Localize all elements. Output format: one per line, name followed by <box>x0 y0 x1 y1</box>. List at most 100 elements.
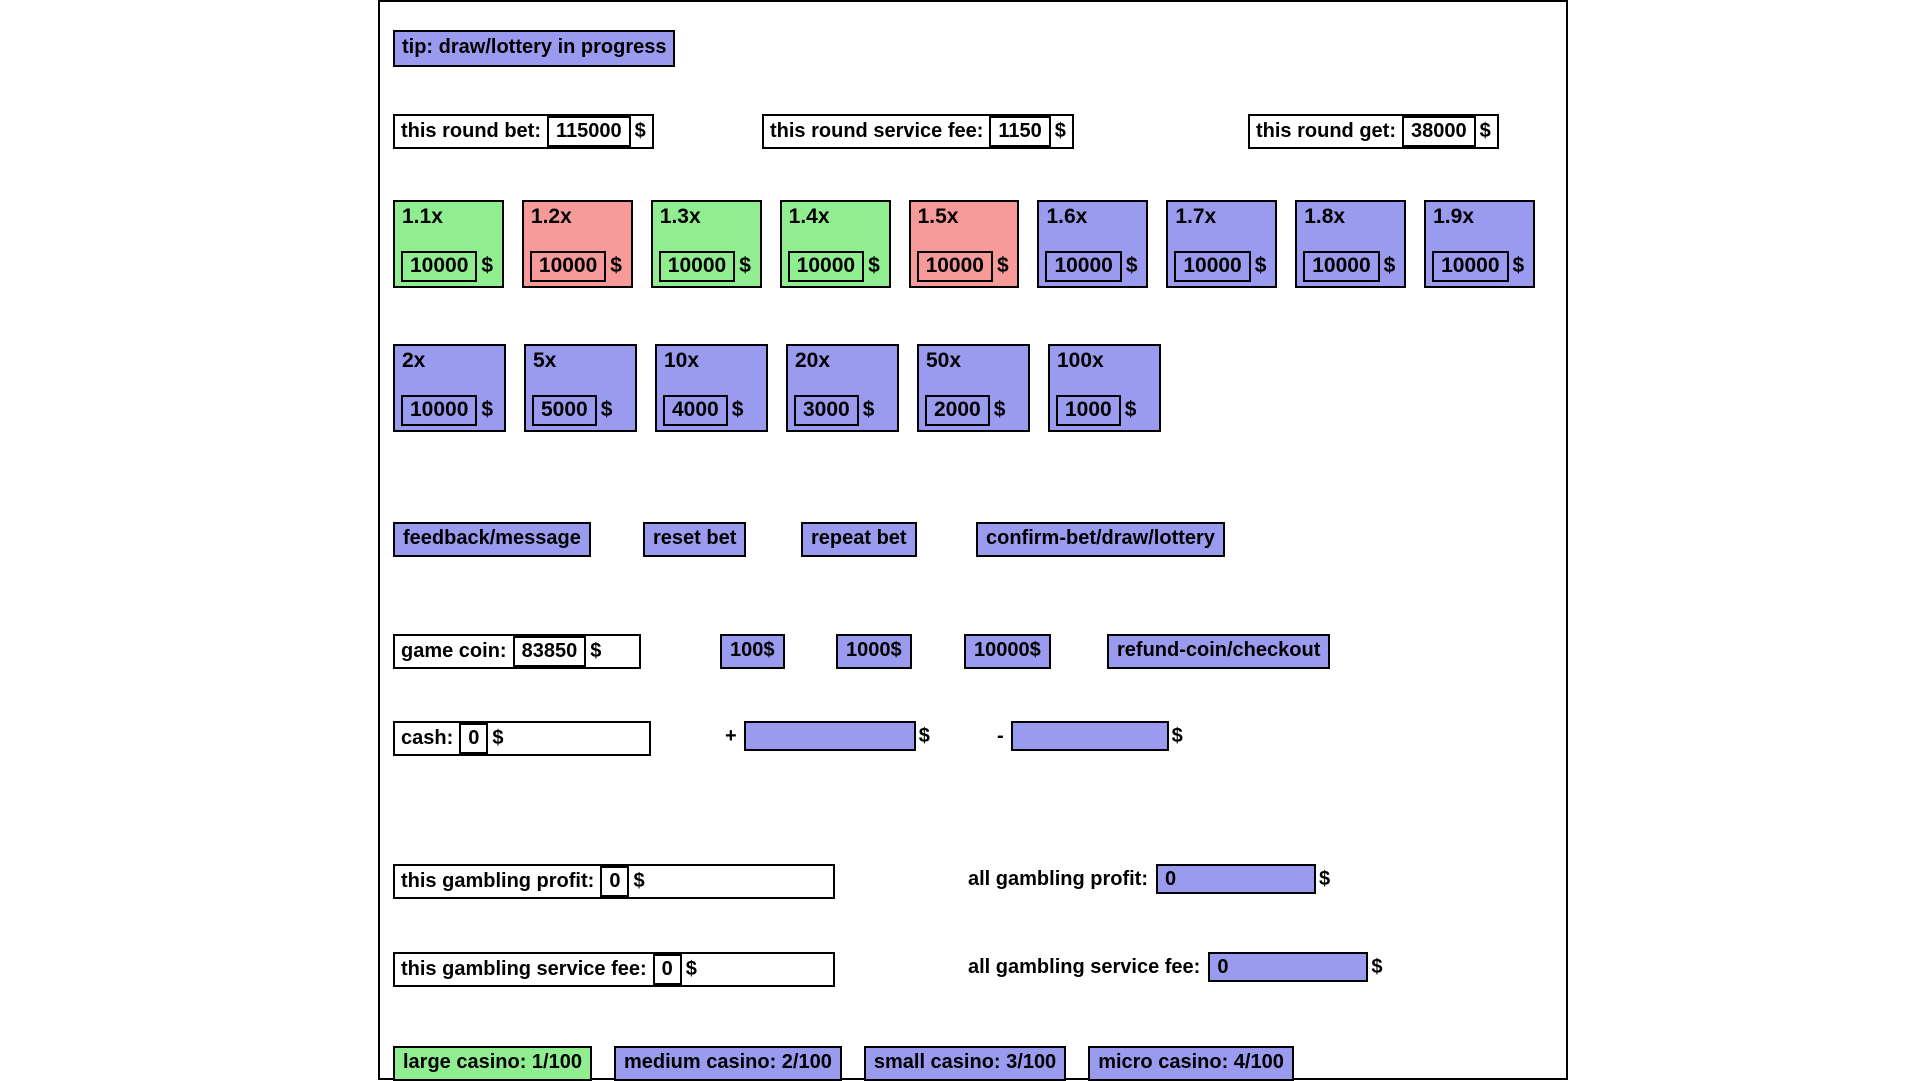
all-gambling-profit-value[interactable]: 0 <box>1156 864 1316 894</box>
repeat-bet-button[interactable]: repeat bet <box>801 522 917 557</box>
bet-card-amount-input[interactable]: 5000 <box>532 394 597 426</box>
this-round-service-fee-value[interactable]: 1150 <box>989 116 1051 147</box>
casino-button-3[interactable]: micro casino: 4/100 <box>1088 1046 1294 1081</box>
tip-banner: tip: draw/lottery in progress <box>393 30 676 67</box>
game-coin-field[interactable]: game coin: 83850 $ <box>393 634 641 669</box>
casino-button-1[interactable]: medium casino: 2/100 <box>613 1046 842 1081</box>
casino-button-2[interactable]: small casino: 3/100 <box>863 1046 1067 1081</box>
bet-card-multiplier-label: 1.4x <box>788 205 830 228</box>
bet-card-amount-input[interactable]: 10000 <box>401 394 478 426</box>
bet-card-amount-unit: $ <box>1124 398 1137 422</box>
bet-card-multiplier-label: 100x <box>1057 349 1104 372</box>
game-coin-unit: $ <box>590 640 602 662</box>
bet-card-amount-unit: $ <box>868 254 880 278</box>
bet-card-multiplier-label: 5x <box>533 349 557 372</box>
bet-card-1.4x[interactable]: 1.4x 10000 $ <box>779 200 891 288</box>
bet-card-amount-unit: $ <box>481 398 494 422</box>
bet-card-amount-group: 10000 $ <box>1426 250 1533 286</box>
bet-card-100x[interactable]: 100x 1000 $ <box>1048 344 1161 432</box>
bet-card-amount-input[interactable]: 3000 <box>794 394 859 426</box>
bet-card-1.6x[interactable]: 1.6x 10000 $ <box>1037 200 1149 288</box>
bet-card-amount-input[interactable]: 4000 <box>663 394 728 426</box>
bet-card-amount-input[interactable]: 1000 <box>1056 394 1121 426</box>
bet-card-1.1x[interactable]: 1.1x 10000 $ <box>393 200 504 288</box>
bet-card-multiplier-label: 20x <box>795 349 831 372</box>
bet-card-multiplier-label: 1.3x <box>659 205 701 228</box>
bet-cards-row-2: 2x 10000 $5x 5000 $10x 4000 $20x 3000 $50x 2000 $1… <box>393 344 1553 432</box>
bet-card-multiplier-label: 1.5x <box>917 205 959 228</box>
all-gambling-service-fee-label: all gambling service fee: <box>968 955 1201 978</box>
gambling-service-fee-row: this gambling service fee: 0 $ all gambl… <box>380 952 1566 987</box>
this-gambling-service-fee-value[interactable]: 0 <box>652 954 682 985</box>
cash-value[interactable]: 0 <box>459 723 489 754</box>
casino-button-0[interactable]: large casino: 1/100 <box>393 1046 592 1081</box>
bet-card-multiplier-label: 50x <box>926 349 962 372</box>
this-gambling-service-fee-label: this gambling service fee: <box>401 958 647 980</box>
this-round-bet-value[interactable]: 115000 <box>546 116 631 147</box>
bet-card-1.5x[interactable]: 1.5x 10000 $ <box>908 200 1020 288</box>
bet-card-2x[interactable]: 2x 10000 $ <box>393 344 506 432</box>
bet-card-amount-group: 10000 $ <box>395 250 502 286</box>
bet-card-amount-input[interactable]: 10000 <box>787 250 865 282</box>
game-coin-label: game coin: <box>401 640 507 662</box>
all-gambling-profit-unit: $ <box>1319 867 1331 890</box>
this-round-get-field[interactable]: this round get: 38000 $ <box>1248 114 1499 149</box>
bet-card-amount-input[interactable]: 10000 <box>1174 250 1251 282</box>
cash-subtract-group: - $ <box>997 721 1183 751</box>
bet-card-1.2x[interactable]: 1.2x 10000 $ <box>521 200 633 288</box>
bet-card-amount-input[interactable]: 10000 <box>1432 250 1509 282</box>
cash-add-input[interactable] <box>743 721 916 751</box>
bet-card-amount-input[interactable]: 10000 <box>1303 250 1380 282</box>
reset-bet-button[interactable]: reset bet <box>643 522 747 557</box>
bet-card-amount-group: 4000 $ <box>657 394 766 430</box>
bet-card-amount-group: 3000 $ <box>788 394 897 430</box>
bet-card-amount-group: 10000 $ <box>1168 250 1275 286</box>
cash-add-group: + $ <box>725 721 930 751</box>
bet-card-amount-input[interactable]: 2000 <box>925 394 990 426</box>
bet-card-amount-unit: $ <box>600 398 613 422</box>
bet-card-amount-unit: $ <box>1254 254 1267 278</box>
bet-card-amount-input[interactable]: 10000 <box>1045 250 1122 282</box>
cash-unit: $ <box>492 727 504 749</box>
bet-card-multiplier-label: 1.6x <box>1046 205 1088 228</box>
feedback-message-button[interactable]: feedback/message <box>393 522 591 557</box>
bet-card-amount-input[interactable]: 10000 <box>658 250 736 282</box>
bet-card-amount-input[interactable]: 10000 <box>916 250 993 282</box>
bet-card-1.8x[interactable]: 1.8x 10000 $ <box>1295 200 1407 288</box>
bet-card-50x[interactable]: 50x 2000 $ <box>917 344 1030 432</box>
bet-card-multiplier-label: 10x <box>664 349 700 372</box>
this-round-service-fee-unit: $ <box>1054 120 1066 142</box>
all-gambling-service-fee-value[interactable]: 0 <box>1208 952 1369 982</box>
this-gambling-profit-value[interactable]: 0 <box>600 866 630 897</box>
bet-card-amount-unit: $ <box>996 254 1009 278</box>
bet-card-1.9x[interactable]: 1.9x 10000 $ <box>1424 200 1536 288</box>
add-coin-100-button[interactable]: 100$ <box>720 634 785 669</box>
bet-card-5x[interactable]: 5x 5000 $ <box>524 344 637 432</box>
cash-row: cash: 0 $ + $ - $ <box>380 721 1566 756</box>
bet-card-1.3x[interactable]: 1.3x 10000 $ <box>650 200 762 288</box>
bet-card-10x[interactable]: 10x 4000 $ <box>655 344 768 432</box>
bet-card-1.7x[interactable]: 1.7x 10000 $ <box>1166 200 1278 288</box>
bet-card-amount-input[interactable]: 10000 <box>529 250 607 282</box>
cash-field[interactable]: cash: 0 $ <box>393 721 651 756</box>
bet-card-amount-unit: $ <box>993 398 1006 422</box>
this-round-bet-field[interactable]: this round bet: 115000 $ <box>393 114 654 149</box>
refund-coin-checkout-button[interactable]: refund-coin/checkout <box>1107 634 1331 669</box>
cash-label: cash: <box>401 727 454 749</box>
cash-add-sign: + <box>725 724 737 747</box>
this-gambling-profit-field[interactable]: this gambling profit: 0 $ <box>393 864 835 899</box>
bet-card-amount-group: 10000 $ <box>395 394 504 430</box>
this-round-bet-unit: $ <box>634 120 646 142</box>
this-round-get-value[interactable]: 38000 <box>1401 116 1476 147</box>
bet-card-20x[interactable]: 20x 3000 $ <box>786 344 899 432</box>
this-round-service-fee-field[interactable]: this round service fee: 1150 $ <box>762 114 1074 149</box>
add-coin-10000-button[interactable]: 10000$ <box>964 634 1051 669</box>
cash-subtract-input[interactable] <box>1010 721 1169 751</box>
bet-card-amount-unit: $ <box>610 254 622 278</box>
game-coin-value[interactable]: 83850 <box>512 636 587 667</box>
this-gambling-service-fee-field[interactable]: this gambling service fee: 0 $ <box>393 952 835 987</box>
add-coin-1000-button[interactable]: 1000$ <box>836 634 912 669</box>
bet-card-amount-group: 10000 $ <box>653 250 760 286</box>
bet-card-amount-input[interactable]: 10000 <box>401 250 478 282</box>
confirm-bet-draw-lottery-button[interactable]: confirm-bet/draw/lottery <box>976 522 1225 557</box>
